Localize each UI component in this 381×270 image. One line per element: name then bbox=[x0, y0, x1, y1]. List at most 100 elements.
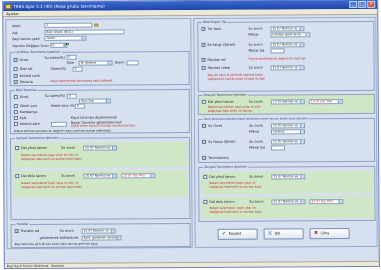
ucret-suresi-field[interactable]: 0 bbox=[66, 54, 77, 60]
ucret-checkbox[interactable]: ✓ bbox=[13, 58, 17, 62]
ozel-ret-checkbox[interactable] bbox=[13, 67, 18, 71]
kontrol-sure-field[interactable] bbox=[50, 121, 67, 127]
olcu-ucret-suresi-label: Su süresi(%) bbox=[44, 93, 66, 98]
ucret-secim-field[interactable] bbox=[126, 60, 139, 65]
kodu-label: Kodu bbox=[12, 24, 21, 29]
s2a-label: Dal yönü tanımı bbox=[209, 174, 236, 179]
adi-label: Adı bbox=[12, 31, 18, 36]
olcu-ucret-checkbox[interactable] bbox=[13, 95, 18, 99]
dal-yonu-select[interactable]: 15 07 Normal ve bbox=[83, 145, 118, 151]
fatislari-talep-warning-2: Değiştirilme sonrası kayıt ve bayi ile i… bbox=[207, 76, 266, 81]
bilet-group: Bilet Kupon Tipi ✓ Tip Yazılı Su sınırlı… bbox=[197, 20, 375, 92]
ifa-fatisli-mid-field[interactable] bbox=[270, 48, 285, 54]
fatislari-talep-checkbox[interactable]: ✓ bbox=[201, 66, 205, 70]
s2b-select-2[interactable]: 15 07 Dal Yolu bbox=[309, 199, 344, 204]
ucret-sure-label: Süre bbox=[66, 60, 75, 65]
sv-dal-yonu-select[interactable]: 15 07 Normal ve bbox=[270, 99, 305, 105]
dal-dolu-select[interactable]: 15 07 Normal ve bbox=[83, 173, 118, 179]
tip-yazili-mid-select[interactable]: Limitsiz işlem bı ile bbox=[270, 32, 311, 38]
dal-yonu-checkbox[interactable] bbox=[15, 146, 19, 150]
seviye-left-title: Seviyeli Tanımlama İşlemleri bbox=[15, 135, 60, 141]
fatislari-talep-suresi-label: Su sınırlı bbox=[248, 65, 263, 70]
tip-yazili-checkbox[interactable]: ✓ bbox=[201, 27, 205, 31]
copy-button[interactable]: ⎘ İpti bbox=[263, 228, 304, 240]
kontrol-tarih-checkbox[interactable]: ✓ bbox=[13, 74, 17, 78]
seviye-left-row-a: Dal yönü tanımı Su sınırlı 15 07 Normal … bbox=[13, 142, 189, 169]
ifa-fatisli-checkbox[interactable]: ✓ bbox=[201, 43, 205, 47]
transfer-kalite-select[interactable]: Kalit. günlenek ücretler bbox=[81, 235, 122, 241]
close-button[interactable]: × bbox=[367, 0, 376, 8]
save-button[interactable]: ✔ Kaydet bbox=[217, 228, 258, 240]
tip-yazili-select[interactable]: 15 07 Normal ve bbox=[270, 26, 305, 32]
uc-fatisli-checkbox[interactable]: ✓ bbox=[202, 140, 206, 144]
tip-yazili-label: Tip Yazılı bbox=[207, 26, 222, 31]
ucnokta-title: Uç Nokta Tanımlama İşlemleri bbox=[14, 49, 62, 55]
transfer-checkbox[interactable]: ✓ bbox=[14, 229, 18, 233]
olcu-ucret-label: Ücret bbox=[19, 94, 29, 100]
uc-fatisli-label: Uç Fatışlı (Şifreli) bbox=[208, 139, 236, 144]
s2b-select[interactable]: 15 07 Normal ve bbox=[271, 199, 306, 205]
sv-dal-yonu-checkbox[interactable] bbox=[201, 99, 206, 104]
seviye-right-title: Seviyeli Tanımlama İşlemleri bbox=[202, 92, 248, 98]
ifa-fatisli-suresi-label: Su sınırlı bbox=[248, 42, 263, 47]
ifa-fatisli-mid-label: Mikrar Ed bbox=[248, 48, 265, 53]
uc-ucret-mid-select[interactable]: Limitsiz bbox=[270, 129, 306, 135]
uc-ucret-suresi-label: Su sınırlı bbox=[248, 123, 264, 128]
menu-item-ayarlar[interactable]: Ayarlar bbox=[6, 12, 19, 16]
main-window: TRES Ayar 3.1 (40) (Reşa grubu tanımlama… bbox=[2, 0, 380, 270]
ifa-fatisli-label: İfa Fatışlı (Şifreli) bbox=[207, 42, 235, 47]
fatislari-talep-label: Fatısları talep bbox=[207, 65, 230, 70]
sv-dal-yonu-select-2[interactable]: 15 07 Dal Yolu bbox=[308, 99, 343, 104]
dal-yonu-suresi-label: Su sınırlı bbox=[61, 145, 76, 150]
uc-fatisli-mid-field[interactable] bbox=[271, 145, 286, 151]
s2b-label: Dal dolu tanımı bbox=[209, 199, 235, 204]
adi-field[interactable]: Bayi Grubu (BG1) bbox=[44, 29, 125, 35]
degisim-label: Hacmin Değişim Sınırı % bbox=[12, 43, 53, 49]
bayi-select[interactable]: Tanım bbox=[44, 35, 87, 41]
kontrol-tarih-label: Kontrol tarih bbox=[19, 73, 40, 79]
yedek-sure-field[interactable]: 0 bbox=[74, 103, 85, 109]
folder-icon[interactable] bbox=[94, 23, 99, 27]
exit-button-label: Çıkış bbox=[320, 231, 330, 236]
uc-ucret-checkbox[interactable]: ✓ bbox=[201, 124, 205, 128]
kampanya-checkbox[interactable] bbox=[13, 110, 18, 114]
seviye-right-group: Seviyeli Tanımlama İşlemleri Dal yönü ta… bbox=[197, 92, 375, 115]
s2b-checkbox[interactable] bbox=[203, 199, 207, 204]
olcu-ucret-select[interactable]: Ölçü Dışı bbox=[78, 98, 111, 104]
transfer-group: Transfer ✓ Transfer ed Su sınırlı 15 07 … bbox=[10, 222, 191, 249]
sv2-row-a: Dal yönü tanımı Su sınırlı 15 07 Normal … bbox=[201, 170, 374, 194]
uc-ucret-select[interactable]: 15 07 Normal ve bbox=[270, 123, 305, 129]
maximize-button[interactable]: □ bbox=[358, 0, 367, 8]
kontrol-sure-checkbox[interactable] bbox=[13, 122, 18, 126]
copy-icon: ⎘ bbox=[268, 230, 273, 237]
uc-fatisli-select[interactable]: 15 07 Normal ve bbox=[271, 139, 306, 145]
sureli-sinir-checkbox[interactable] bbox=[13, 104, 18, 108]
sureli-sinir-label: Süreli sınır bbox=[19, 103, 38, 109]
fatislari-talep-select[interactable]: 15 07 Normal ve bbox=[270, 65, 305, 71]
s2a-checkbox[interactable] bbox=[203, 174, 207, 179]
ifa-fatisli-select[interactable]: 15 07 Normal ve bbox=[270, 42, 305, 48]
olcu-ucret-suresi-field[interactable]: 0 bbox=[66, 93, 77, 99]
sv-dal-yonu-suresi-label: Su sınırlı bbox=[248, 99, 263, 104]
esik-checkbox[interactable] bbox=[13, 116, 18, 120]
uc-fatisli-suresi-label: Su sınırlı bbox=[249, 139, 264, 144]
checkmark-icon: ✔ bbox=[221, 230, 227, 237]
tanimlanmis-label: Tanımlanmış bbox=[208, 155, 229, 160]
kodu-field[interactable]: 2 bbox=[44, 22, 93, 28]
ozel-ret-suresi-field[interactable]: 0 bbox=[72, 66, 83, 72]
ozel-ret-suresi-label: Süresi(%) bbox=[50, 66, 67, 71]
dal-dolu-select-2[interactable]: 15 07 Dal Yolu bbox=[121, 173, 156, 178]
degisim-field[interactable]: 0 bbox=[50, 42, 65, 48]
exit-button[interactable]: ✖ Çıkış bbox=[309, 228, 350, 240]
ucret-sure-select[interactable]: İki işletme bbox=[78, 60, 113, 66]
dal-dolu-checkbox[interactable] bbox=[15, 174, 19, 178]
tanimlanmis-checkbox[interactable]: ✓ bbox=[202, 156, 206, 160]
s2a-select[interactable]: 15 07 Normal ve bbox=[271, 174, 306, 180]
degisim-spinner[interactable]: ▲▼ bbox=[64, 43, 69, 48]
transfer-select[interactable]: 15 07 Normal ve bbox=[81, 228, 116, 234]
s2b-warning-2: Değişmek hata tarihi ve sonrası kayıt bbox=[209, 209, 262, 214]
tekrarla-checkbox[interactable]: ✓ bbox=[13, 80, 17, 84]
fatislari-ed-checkbox[interactable]: ✓ bbox=[201, 58, 205, 62]
minimize-button[interactable]: _ bbox=[349, 0, 358, 9]
menu-bar: Ayarlar bbox=[3, 8, 378, 18]
